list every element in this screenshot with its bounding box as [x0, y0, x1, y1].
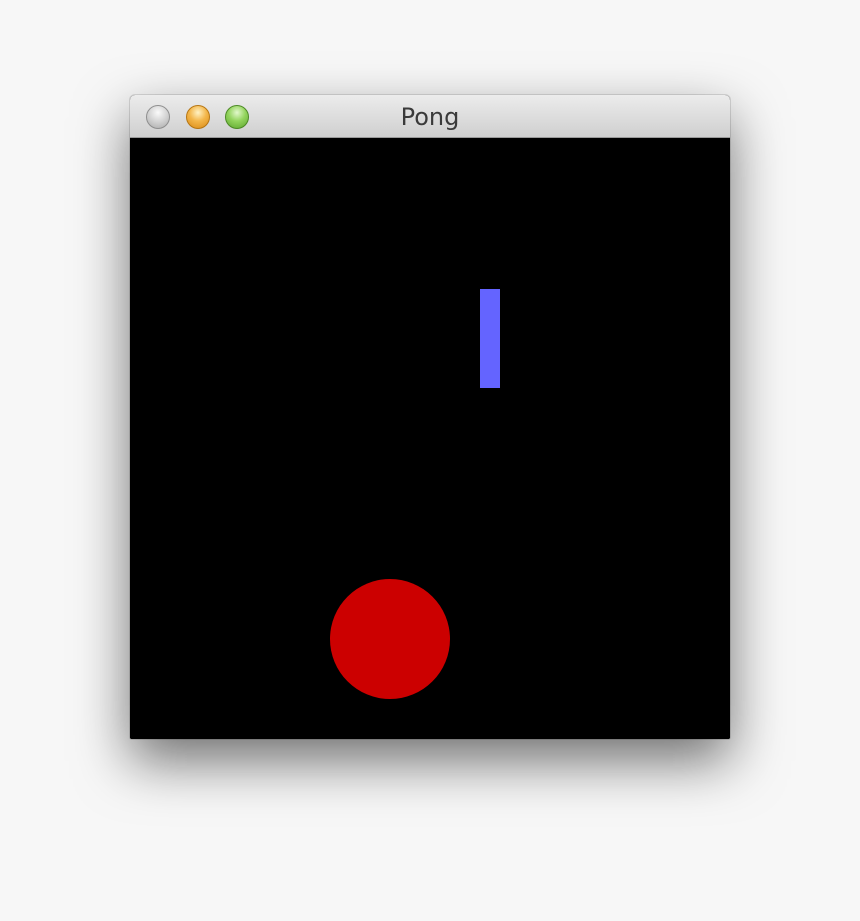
pong-window: Pong: [130, 95, 730, 739]
game-canvas[interactable]: [130, 138, 730, 739]
title-bar[interactable]: Pong: [130, 95, 730, 138]
ball: [330, 579, 450, 699]
paddle: [480, 289, 500, 388]
window-title: Pong: [400, 103, 460, 131]
